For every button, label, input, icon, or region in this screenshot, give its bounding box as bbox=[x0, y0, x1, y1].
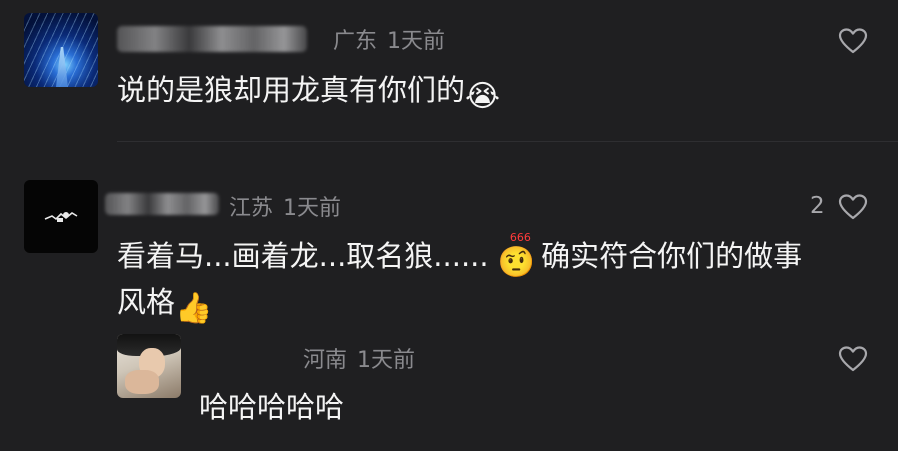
comment-location: 广东 bbox=[333, 29, 378, 54]
thinking-face-icon: 🤨 666 bbox=[497, 232, 536, 280]
emoji-tag: 666 bbox=[509, 231, 531, 244]
comment-body-part1: 看着马...画着龙...取名狼...... bbox=[117, 239, 489, 273]
comment-meta: 广东 1天前 bbox=[333, 23, 445, 55]
avatar[interactable] bbox=[24, 13, 98, 87]
avatar[interactable] bbox=[24, 180, 98, 253]
comment-body: 说的是狼却用龙真有你们的 bbox=[117, 73, 466, 107]
comment-body-part3: 风格 bbox=[117, 285, 176, 319]
comment-time: 1天前 bbox=[387, 29, 446, 54]
reply-text: 哈哈哈哈哈 bbox=[199, 390, 345, 424]
username-redacted[interactable] bbox=[105, 193, 219, 215]
reply-meta: 河南 1天前 bbox=[303, 342, 415, 374]
avatar[interactable] bbox=[117, 334, 181, 398]
comment-time: 1天前 bbox=[283, 196, 342, 221]
comment-text: 说的是狼却用龙真有你们的😭 bbox=[117, 68, 501, 114]
like-count: 2 bbox=[810, 193, 825, 219]
heart-outline-icon[interactable] bbox=[838, 345, 868, 373]
thumbs-up-icon: 👍 bbox=[175, 291, 213, 326]
comment-text: 看着马...画着龙...取名狼...... 🤨 666 确实符合你们的做事 风格👍 bbox=[117, 232, 887, 326]
username-redacted[interactable] bbox=[117, 26, 307, 52]
emoji-glyph: 🤨 bbox=[497, 245, 536, 280]
comment-location: 江苏 bbox=[229, 196, 274, 221]
comment-meta: 江苏 1天前 bbox=[229, 190, 341, 222]
crying-face-icon: 😭 bbox=[465, 79, 501, 114]
avatar-hand bbox=[125, 370, 159, 394]
comment-body-part2: 确实符合你们的做事 bbox=[541, 239, 803, 273]
heart-outline-icon[interactable] bbox=[838, 27, 868, 55]
avatar-figure bbox=[44, 212, 78, 222]
divider bbox=[117, 141, 898, 142]
reply-location: 河南 bbox=[303, 348, 348, 373]
heart-outline-icon[interactable] bbox=[838, 193, 868, 221]
reply-time: 1天前 bbox=[357, 348, 416, 373]
